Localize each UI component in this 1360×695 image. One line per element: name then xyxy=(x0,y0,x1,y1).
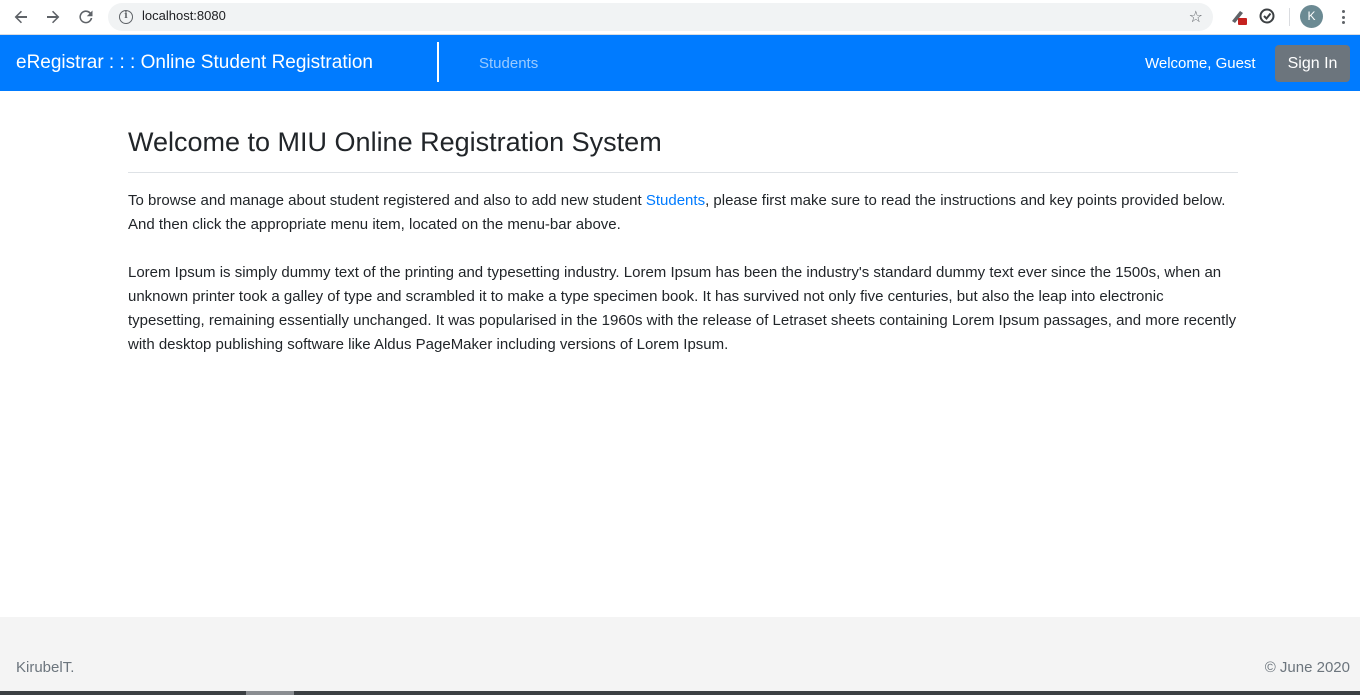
main-content: Welcome to MIU Online Registration Syste… xyxy=(128,91,1238,357)
lorem-paragraph: Lorem Ipsum is simply dummy text of the … xyxy=(128,264,1237,353)
scrollbar-thumb[interactable] xyxy=(246,691,294,695)
students-link[interactable]: Students xyxy=(646,192,705,209)
page-title: Welcome to MIU Online Registration Syste… xyxy=(128,127,662,157)
browser-toolbar: i localhost:8080 ☆ K xyxy=(0,0,1360,35)
navbar-divider xyxy=(437,42,439,82)
sync-icon[interactable] xyxy=(1258,7,1276,25)
sign-in-button[interactable]: Sign In xyxy=(1275,45,1350,82)
brand-title[interactable]: eRegistrar : : : Online Student Registra… xyxy=(16,52,373,74)
address-bar[interactable]: i localhost:8080 ☆ xyxy=(108,3,1213,31)
app-navbar: eRegistrar : : : Online Student Registra… xyxy=(0,35,1360,91)
profile-avatar[interactable]: K xyxy=(1300,5,1323,28)
footer-copyright: © June 2020 xyxy=(1264,659,1350,676)
page-footer: KirubelT. © June 2020 xyxy=(0,617,1360,695)
welcome-text: Welcome, Guest xyxy=(1145,55,1256,72)
intro-paragraph: To browse and manage about student regis… xyxy=(128,189,1238,237)
window-bottom-bar xyxy=(0,691,1360,695)
star-icon[interactable]: ☆ xyxy=(1189,7,1203,26)
toolbar-divider xyxy=(1289,8,1290,26)
nav-link-students[interactable]: Students xyxy=(479,55,538,72)
title-divider xyxy=(128,172,1238,173)
footer-author: KirubelT. xyxy=(16,659,75,676)
url-text[interactable]: localhost:8080 xyxy=(142,8,226,23)
kebab-menu-icon[interactable] xyxy=(1336,8,1350,26)
info-icon[interactable]: i xyxy=(119,10,133,24)
intro-text-start: To browse and manage about student regis… xyxy=(128,192,646,209)
arrow-left-icon[interactable] xyxy=(9,6,33,28)
extension-icon[interactable] xyxy=(1229,7,1249,27)
reload-icon[interactable] xyxy=(74,6,98,28)
arrow-right-icon[interactable] xyxy=(41,6,65,28)
